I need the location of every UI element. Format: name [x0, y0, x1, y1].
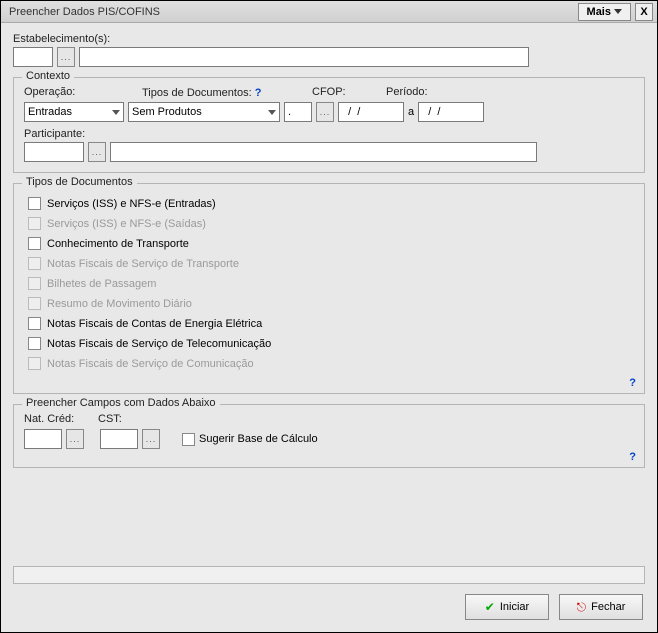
check-icon: ✔	[485, 600, 495, 614]
doc-type-row: Notas Fiscais de Serviço de Comunicação	[28, 357, 634, 370]
close-button[interactable]: X	[635, 3, 653, 21]
window: Preencher Dados PIS/COFINS Mais X Estabe…	[0, 0, 658, 633]
tipos-doc-select[interactable]: Sem Produtos	[128, 102, 280, 122]
cst-label: CST:	[98, 413, 122, 425]
fechar-button[interactable]: ⎋ Fechar	[559, 594, 643, 620]
estabelecimento-code-input[interactable]	[13, 47, 53, 67]
periodo-from-input[interactable]	[338, 102, 404, 122]
doc-type-row: Serviços (ISS) e NFS-e (Saídas)	[28, 217, 634, 230]
nat-cred-lookup-button[interactable]: ...	[66, 429, 84, 449]
doc-type-label: Serviços (ISS) e NFS-e (Saídas)	[47, 218, 206, 230]
doc-type-checkbox	[28, 277, 41, 290]
doc-type-label: Notas Fiscais de Serviço de Comunicação	[47, 358, 254, 370]
doc-type-row: Notas Fiscais de Serviço de Telecomunica…	[28, 337, 634, 350]
participante-label: Participante:	[24, 128, 634, 140]
participante-desc-input[interactable]	[110, 142, 537, 162]
periodo-to-input[interactable]	[418, 102, 484, 122]
sugerir-checkbox[interactable]	[182, 433, 195, 446]
help-icon[interactable]: ?	[255, 87, 262, 99]
doc-type-checkbox	[28, 357, 41, 370]
mais-label: Mais	[587, 6, 611, 18]
doc-type-row: Notas Fiscais de Contas de Energia Elétr…	[28, 317, 634, 330]
operacao-select[interactable]: Entradas	[24, 102, 124, 122]
operacao-label: Operação:	[24, 86, 124, 98]
doc-type-checkbox	[28, 297, 41, 310]
help-icon[interactable]: ?	[629, 451, 636, 463]
doc-type-label: Bilhetes de Passagem	[47, 278, 156, 290]
body: Estabelecimento(s): ... Contexto Operaçã…	[1, 23, 657, 478]
participante-lookup-button[interactable]: ...	[88, 142, 106, 162]
iniciar-button[interactable]: ✔ Iniciar	[465, 594, 549, 620]
estabelecimentos-label: Estabelecimento(s):	[13, 33, 645, 45]
statusbar	[13, 566, 645, 584]
cst-input[interactable]	[100, 429, 138, 449]
doc-type-label: Notas Fiscais de Serviço de Telecomunica…	[47, 338, 271, 350]
button-row: ✔ Iniciar ⎋ Fechar	[465, 594, 643, 620]
close-icon: X	[640, 6, 647, 18]
cfop-lookup-button[interactable]: ...	[316, 102, 334, 122]
doc-type-row: Notas Fiscais de Serviço de Transporte	[28, 257, 634, 270]
doc-type-label: Conhecimento de Transporte	[47, 238, 189, 250]
mais-button[interactable]: Mais	[578, 3, 631, 21]
doc-type-checkbox[interactable]	[28, 197, 41, 210]
doc-type-row: Serviços (ISS) e NFS-e (Entradas)	[28, 197, 634, 210]
doc-type-checkbox[interactable]	[28, 317, 41, 330]
estabelecimento-lookup-button[interactable]: ...	[57, 47, 75, 67]
titlebar: Preencher Dados PIS/COFINS Mais X	[1, 1, 657, 23]
sugerir-label: Sugerir Base de Cálculo	[199, 433, 318, 445]
preencher-fieldset: Preencher Campos com Dados Abaixo Nat. C…	[13, 404, 645, 468]
tipos-doc-value: Sem Produtos	[132, 106, 202, 118]
doc-type-label: Serviços (ISS) e NFS-e (Entradas)	[47, 198, 216, 210]
nat-cred-label: Nat. Créd:	[24, 413, 84, 425]
iniciar-label: Iniciar	[500, 601, 529, 613]
chevron-down-icon	[614, 9, 622, 14]
doc-type-checkbox	[28, 217, 41, 230]
tipos-documentos-legend: Tipos de Documentos	[22, 176, 137, 188]
chevron-down-icon	[112, 110, 120, 115]
doc-type-checkbox[interactable]	[28, 337, 41, 350]
periodo-a-label: a	[408, 106, 414, 118]
tipos-documentos-fieldset: Tipos de Documentos Serviços (ISS) e NFS…	[13, 183, 645, 394]
doc-type-row: Resumo de Movimento Diário	[28, 297, 634, 310]
chevron-down-icon	[268, 110, 276, 115]
doc-type-checkbox	[28, 257, 41, 270]
exit-icon: ⎋	[577, 600, 587, 615]
doc-type-label: Notas Fiscais de Serviço de Transporte	[47, 258, 239, 270]
nat-cred-input[interactable]	[24, 429, 62, 449]
tipos-doc-label: Tipos de Documentos:	[142, 87, 252, 99]
contexto-fieldset: Contexto Operação: Tipos de Documentos: …	[13, 77, 645, 173]
periodo-label: Período:	[386, 86, 428, 98]
doc-type-label: Resumo de Movimento Diário	[47, 298, 192, 310]
window-title: Preencher Dados PIS/COFINS	[9, 6, 578, 18]
preencher-legend: Preencher Campos com Dados Abaixo	[22, 397, 220, 409]
operacao-value: Entradas	[28, 106, 72, 118]
doc-type-row: Bilhetes de Passagem	[28, 277, 634, 290]
cst-lookup-button[interactable]: ...	[142, 429, 160, 449]
doc-type-label: Notas Fiscais de Contas de Energia Elétr…	[47, 318, 262, 330]
contexto-legend: Contexto	[22, 70, 74, 82]
cfop-input[interactable]	[284, 102, 312, 122]
doc-type-row: Conhecimento de Transporte	[28, 237, 634, 250]
fechar-label: Fechar	[591, 601, 625, 613]
participante-code-input[interactable]	[24, 142, 84, 162]
doc-type-checkbox[interactable]	[28, 237, 41, 250]
cfop-label: CFOP:	[312, 86, 368, 98]
estabelecimento-desc-input[interactable]	[79, 47, 529, 67]
help-icon[interactable]: ?	[629, 377, 636, 389]
